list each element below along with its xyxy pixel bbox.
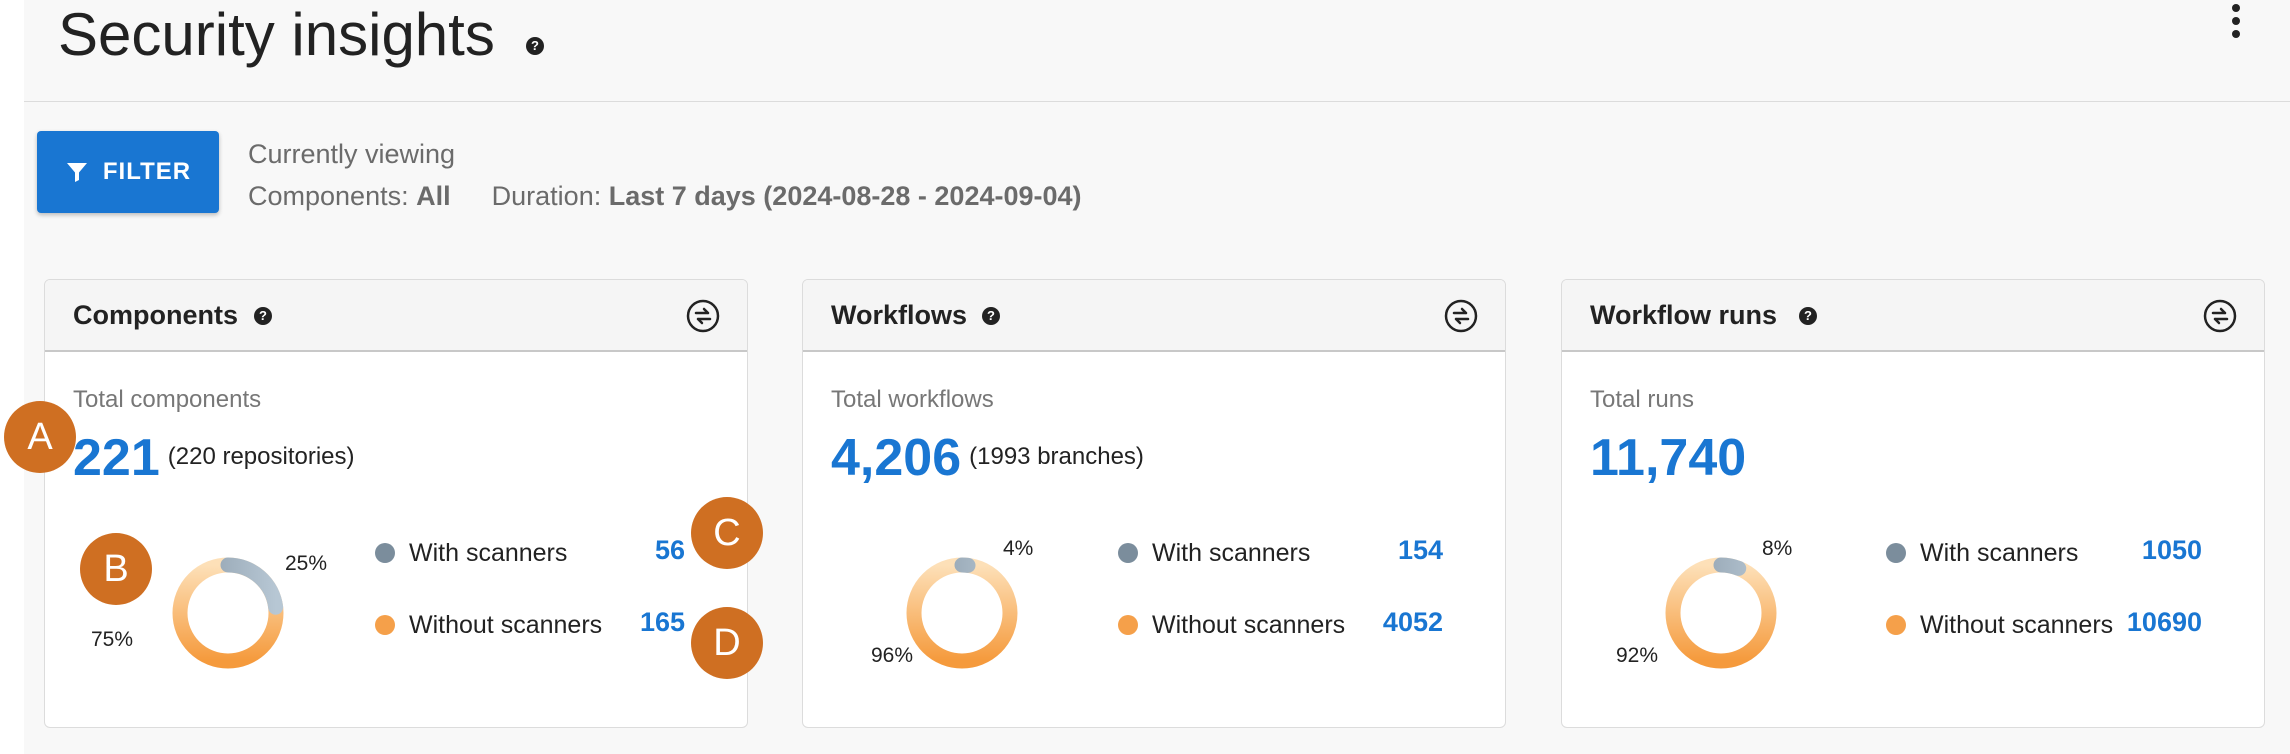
with-scanners-count[interactable]: 56 [605, 535, 685, 566]
legend-without-scanners: Without scanners [1886, 608, 2113, 642]
security-insights-page: Security insights ? FILTER Currently vie… [24, 0, 2290, 754]
components-filter-value: All [416, 181, 451, 211]
help-icon[interactable]: ? [254, 307, 272, 325]
legend-dot-with [1886, 543, 1906, 563]
without-scanners-slice [906, 557, 1018, 669]
without-scanners-count[interactable]: 10690 [2092, 607, 2202, 638]
filter-button[interactable]: FILTER [37, 131, 219, 213]
page-header: Security insights ? [24, 0, 2290, 102]
callout-marker-c: C [691, 497, 763, 569]
card-header: Components ? [45, 280, 747, 352]
legend-without-scanners: Without scanners [375, 608, 602, 642]
filter-button-label: FILTER [102, 158, 192, 185]
with-scanners-percent: 25% [285, 552, 328, 575]
help-icon[interactable]: ? [982, 307, 1000, 325]
workflow-runs-card: Workflow runs ? Total runs 11,740 8% 92%… [1561, 279, 2265, 728]
legend-label: Without scanners [409, 610, 603, 639]
without-scanners-count[interactable]: 165 [605, 607, 685, 638]
legend-label: With scanners [1920, 538, 2079, 567]
with-scanners-percent: 8% [1762, 537, 1793, 560]
total-label: Total components [73, 386, 262, 413]
duration-filter-value: Last 7 days (2024-08-28 - 2024-09-04) [608, 181, 1082, 211]
legend-dot-without [1886, 615, 1906, 635]
compare-icon[interactable] [2202, 298, 2238, 334]
with-scanners-count[interactable]: 154 [1363, 535, 1443, 566]
total-number: 221 [73, 429, 160, 487]
currently-viewing-label: Currently viewing [248, 139, 456, 169]
total-value: 4,206 (1993 branches) [831, 428, 1144, 491]
card-title: Workflows [831, 300, 968, 330]
legend-with-scanners: With scanners [375, 536, 567, 570]
scanner-donut-chart [172, 557, 284, 669]
without-scanners-slice [1665, 557, 1777, 669]
callout-marker-b: B [80, 533, 152, 605]
components-card: Components ? Total components 221 (220 re… [44, 279, 748, 728]
help-icon[interactable]: ? [1799, 307, 1817, 325]
legend-label: With scanners [409, 538, 568, 567]
filter-icon [66, 163, 87, 182]
legend-with-scanners: With scanners [1118, 536, 1310, 570]
without-scanners-percent: 96% [871, 644, 914, 667]
total-number: 4,206 [831, 429, 962, 487]
total-number: 11,740 [1590, 429, 1747, 487]
workflows-card: Workflows ? Total workflows 4,206 (1993 b… [802, 279, 1506, 728]
legend-with-scanners: With scanners [1886, 536, 2078, 570]
legend-dot-with [1118, 543, 1138, 563]
callout-marker-a: A [4, 401, 76, 473]
legend-label: Without scanners [1152, 610, 1346, 639]
card-title: Components [73, 300, 238, 330]
without-scanners-percent: 92% [1616, 644, 1659, 667]
card-header: Workflow runs ? [1562, 280, 2264, 352]
total-sub: (220 repositories) [167, 443, 355, 471]
legend-dot-with [375, 543, 395, 563]
total-value: 221 (220 repositories) [73, 428, 355, 491]
more-options-icon[interactable] [2226, 2, 2246, 40]
card-title: Workflow runs [1590, 300, 1778, 330]
legend-dot-without [1118, 615, 1138, 635]
page-title: Security insights [58, 1, 495, 68]
compare-icon[interactable] [685, 298, 721, 334]
legend-dot-without [375, 615, 395, 635]
without-scanners-percent: 75% [91, 628, 134, 651]
help-icon[interactable]: ? [526, 37, 544, 55]
with-scanners-percent: 4% [1003, 537, 1034, 560]
components-filter-label: Components: [248, 181, 409, 211]
total-value: 11,740 [1590, 428, 1746, 488]
legend-without-scanners: Without scanners [1118, 608, 1345, 642]
total-label: Total workflows [831, 386, 994, 413]
card-header: Workflows ? [803, 280, 1505, 352]
current-filter-summary: Currently viewing Components: All Durati… [248, 133, 1082, 217]
with-scanners-count[interactable]: 1050 [2112, 535, 2202, 566]
legend-label: Without scanners [1920, 610, 2114, 639]
compare-icon[interactable] [1443, 298, 1479, 334]
callout-marker-d: D [691, 607, 763, 679]
total-label: Total runs [1590, 386, 1695, 413]
total-sub: (1993 branches) [969, 443, 1144, 471]
without-scanners-count[interactable]: 4052 [1343, 607, 1443, 638]
legend-label: With scanners [1152, 538, 1311, 567]
duration-filter-label: Duration: [491, 181, 602, 211]
